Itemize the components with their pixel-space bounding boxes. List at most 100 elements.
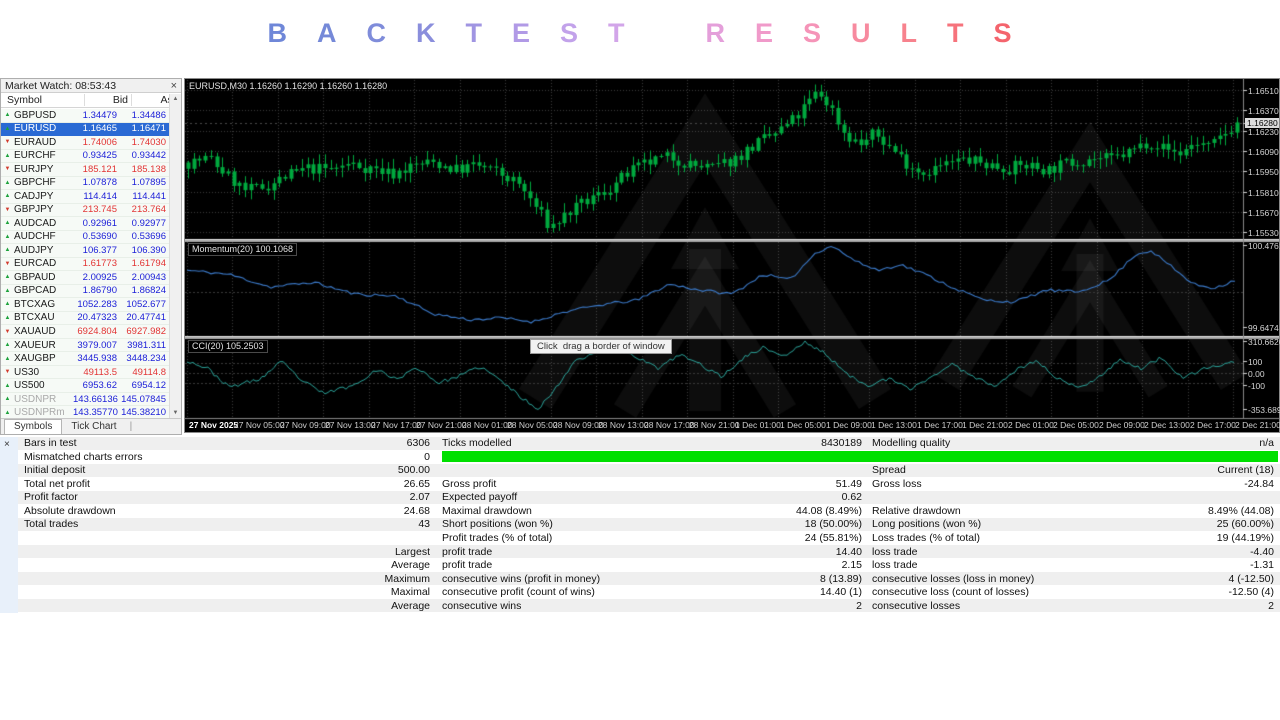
price-axis-label: 1.16370 [1248, 106, 1279, 116]
arrow-down-icon: ▼ [4, 139, 11, 146]
report-label: profit trade [442, 559, 493, 572]
time-axis-label: 1 Dec 09:00 [826, 420, 872, 430]
ask-value: 2.00943 [131, 271, 166, 283]
title-letter: S [993, 18, 1013, 48]
symbol-name: XAUEUR [14, 339, 56, 351]
column-symbol[interactable]: Symbol [1, 94, 85, 106]
cci-axis-label: 0.00 [1248, 369, 1265, 379]
report-label: Relative drawdown [872, 504, 961, 517]
symbol-name: EURJPY [14, 163, 54, 175]
market-watch-scrollbar[interactable]: ▲ ▼ [169, 94, 181, 418]
price-chart-canvas[interactable] [185, 79, 1279, 432]
price-axis-label: 1.15810 [1248, 188, 1279, 198]
arrow-down-icon: ▼ [4, 260, 11, 267]
market-watch-row[interactable]: ▲ GBPCAD 1.86790 1.86824 [1, 284, 169, 299]
ask-value: 3448.234 [126, 353, 166, 365]
title-letter: S [803, 18, 823, 48]
market-watch-row[interactable]: ▲ EURUSD 1.16465 1.16471 [1, 122, 169, 137]
arrow-up-icon: ▲ [4, 125, 11, 132]
market-watch-row[interactable]: ▼ XAUAUD 6924.804 6927.982 [1, 325, 169, 339]
market-watch-row[interactable]: ▲ USDNPRm 143.35770 145.38210 [1, 406, 169, 418]
ask-value: 6954.12 [131, 380, 166, 392]
market-watch-row[interactable]: ▲ GBPCHF 1.07878 1.07895 [1, 176, 169, 191]
time-axis-label: 2 Dec 09:00 [1099, 420, 1145, 430]
report-row: Average consecutive wins 2 consecutive loss… [18, 599, 1280, 613]
title-letter: T [947, 18, 965, 48]
bid-value: 1.34479 [82, 109, 117, 121]
report-label: Initial deposit [24, 464, 86, 477]
market-watch-row[interactable]: ▲ XAUGBP 3445.938 3448.234 [1, 352, 169, 366]
symbol-name: USDNPRm [14, 407, 65, 418]
report-value: 8430189 [821, 437, 862, 450]
market-watch-row[interactable]: ▼ EURJPY 185.121 185.138 [1, 163, 169, 177]
report-value: 0 [424, 450, 430, 463]
report-value: Maximum [384, 572, 430, 585]
market-watch-rows: ▲ GBPUSD 1.34479 1.34486 ▲ EURUSD 1.16465 1.164… [1, 109, 169, 418]
tab-tick-chart[interactable]: Tick Chart [62, 420, 125, 433]
ask-value: 1.34486 [131, 109, 166, 121]
market-watch-row[interactable]: ▼ GBPJPY 213.745 213.764 [1, 203, 169, 218]
ask-value: 1.86824 [131, 285, 166, 297]
market-watch-row[interactable]: ▼ EURAUD 1.74006 1.74030 [1, 136, 169, 150]
symbol-name: GBPUSD [14, 109, 57, 121]
bid-value: 20.47323 [77, 312, 117, 324]
market-watch-row[interactable]: ▲ EURCHF 0.93425 0.93442 [1, 149, 169, 164]
market-watch-row[interactable]: ▲ BTCXAG 1052.283 1052.677 [1, 298, 169, 312]
title-letter: T [607, 18, 626, 48]
market-watch-row[interactable]: ▲ BTCXAU 20.47323 20.47741 [1, 311, 169, 326]
market-watch-row[interactable]: ▲ AUDCAD 0.92961 0.92977 [1, 217, 169, 231]
close-icon[interactable]: × [4, 440, 10, 450]
report-label: Modelling quality [872, 437, 951, 450]
report-label: Expected payoff [442, 491, 518, 504]
market-watch-row[interactable]: ▲ GBPUSD 1.34479 1.34486 [1, 109, 169, 123]
symbol-name: EURCHF [14, 150, 56, 162]
market-watch-row[interactable]: ▲ US500 6953.62 6954.12 [1, 379, 169, 393]
time-axis-label: 2 Dec 13:00 [1144, 420, 1190, 430]
report-value: Largest [394, 545, 430, 558]
report-value: 44.08 (8.49%) [796, 504, 862, 517]
report-row: Profit factor 2.07 Expected payoff 0.62 [18, 491, 1280, 505]
column-bid[interactable]: Bid [85, 94, 132, 106]
time-axis-label: 1 Dec 05:00 [780, 420, 826, 430]
ask-value: 1.61794 [131, 258, 166, 270]
report-value: Average [391, 559, 430, 572]
market-watch-row[interactable]: ▲ AUDCHF 0.53690 0.53696 [1, 230, 169, 245]
time-axis-label: 1 Dec 01:00 [735, 420, 781, 430]
report-value: 2.15 [841, 559, 862, 572]
symbol-name: GBPCAD [14, 285, 57, 297]
bid-value: 0.92961 [82, 217, 117, 229]
arrow-down-icon: ▼ [4, 328, 11, 335]
market-watch-row[interactable]: ▼ EURCAD 1.61773 1.61794 [1, 257, 169, 272]
market-watch-header: Symbol Bid Ask [1, 93, 181, 108]
market-watch-row[interactable]: ▲ AUDJPY 106.377 106.390 [1, 244, 169, 258]
market-watch-row[interactable]: ▲ XAUEUR 3979.007 3981.311 [1, 338, 169, 353]
arrow-up-icon: ▲ [4, 382, 11, 389]
report-value: Average [391, 599, 430, 612]
report-label: loss trade [872, 545, 918, 558]
price-axis-label: 1.15950 [1248, 167, 1279, 177]
symbol-name: GBPCHF [14, 177, 56, 189]
market-watch-row[interactable]: ▲ CADJPY 114.414 114.441 [1, 190, 169, 204]
price-axis-label: 1.16510 [1248, 86, 1279, 96]
report-row: Maximal consecutive profit (count of wins… [18, 585, 1280, 600]
ask-value: 145.38210 [121, 407, 166, 418]
ask-value: 0.93442 [131, 150, 166, 162]
scroll-up-icon[interactable]: ▲ [170, 96, 181, 102]
bid-value: 6953.62 [82, 380, 117, 392]
tab-symbols[interactable]: Symbols [4, 419, 63, 434]
time-axis-label: 27 Nov 21:00 [416, 420, 467, 430]
close-icon[interactable]: × [171, 80, 177, 91]
market-watch-row[interactable]: ▼ US30 49113.5 49114.8 [1, 365, 169, 380]
bid-value: 1052.283 [77, 298, 117, 310]
symbol-name: AUDCHF [14, 231, 56, 243]
tab-separator: | [129, 421, 133, 432]
market-watch-row[interactable]: ▲ USDNPR 143.66136 145.07845 [1, 392, 169, 407]
report-label: Profit factor [24, 491, 78, 504]
ask-value: 145.07845 [121, 393, 166, 405]
scroll-down-icon[interactable]: ▼ [170, 410, 181, 416]
ask-value: 0.92977 [131, 217, 166, 229]
market-watch-row[interactable]: ▲ GBPAUD 2.00925 2.00943 [1, 271, 169, 285]
momentum-axis-label: 100.4761 [1248, 241, 1280, 251]
report-value: 8 (13.89) [819, 572, 862, 585]
report-label: consecutive loss (count of losses) [872, 586, 1029, 599]
